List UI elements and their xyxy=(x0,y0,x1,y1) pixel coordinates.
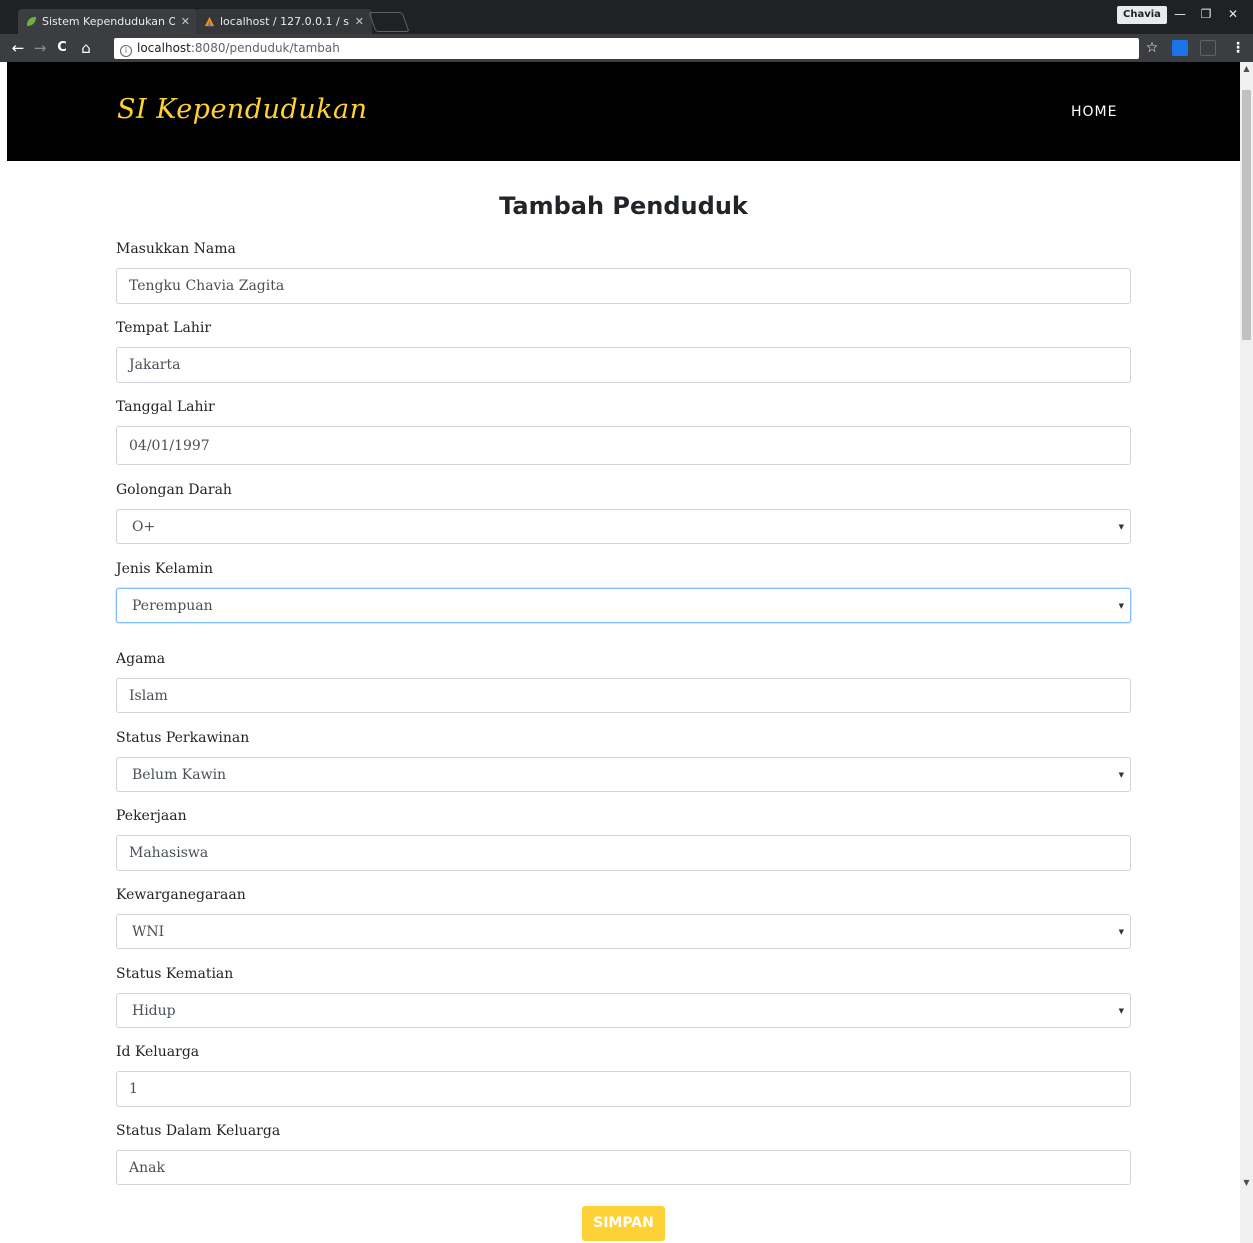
page-title: Tambah Penduduk xyxy=(499,192,748,220)
bookmark-star-icon[interactable]: ☆ xyxy=(1142,38,1162,58)
label-nama: Masukkan Nama xyxy=(116,241,236,257)
label-jenis-kelamin: Jenis Kelamin xyxy=(116,561,213,577)
new-tab-button[interactable] xyxy=(368,12,410,32)
scroll-down-arrow-icon[interactable]: ▼ xyxy=(1240,1176,1253,1190)
minimize-icon[interactable]: — xyxy=(1167,4,1193,24)
kewarganegaraan-select[interactable]: WNI ▼ xyxy=(116,914,1131,949)
scroll-up-arrow-icon[interactable]: ▲ xyxy=(1240,62,1253,76)
window-close-icon[interactable]: ✕ xyxy=(1220,4,1246,24)
scrollbar-thumb[interactable] xyxy=(1242,90,1251,340)
tanggal-lahir-input[interactable]: 04/01/1997 xyxy=(116,426,1131,465)
site-navbar: SI Kependudukan HOME xyxy=(7,62,1240,161)
simpan-button[interactable]: SIMPAN xyxy=(582,1206,665,1241)
label-golongan-darah: Golongan Darah xyxy=(116,482,232,498)
close-icon[interactable]: ✕ xyxy=(181,15,190,28)
label-status-perkawinan: Status Perkawinan xyxy=(116,730,250,746)
url-path: :8080/penduduk/tambah xyxy=(190,41,340,55)
reload-icon[interactable]: C xyxy=(52,38,72,58)
status-perkawinan-select[interactable]: Belum Kawin ▼ xyxy=(116,757,1131,792)
caret-down-icon: ▼ xyxy=(1118,522,1124,531)
home-icon[interactable]: ⌂ xyxy=(76,38,96,58)
jenis-kelamin-value: Perempuan xyxy=(132,597,213,614)
nav-home-link[interactable]: HOME xyxy=(1071,104,1117,120)
agama-value: Islam xyxy=(129,687,168,704)
tempat-lahir-value: Jakarta xyxy=(129,357,181,373)
kewarganegaraan-value: WNI xyxy=(132,923,165,940)
status-dalam-keluarga-input[interactable]: Anak xyxy=(116,1150,1131,1185)
caret-down-icon: ▼ xyxy=(1118,601,1124,610)
close-icon[interactable]: ✕ xyxy=(355,15,364,28)
label-id-keluarga: Id Keluarga xyxy=(116,1044,200,1060)
restore-icon[interactable]: ❐ xyxy=(1193,4,1219,24)
page-viewport: SI Kependudukan HOME Tambah Penduduk Mas… xyxy=(7,62,1240,1243)
status-perkawinan-value: Belum Kawin xyxy=(132,766,227,783)
address-bar[interactable]: i localhost:8080/penduduk/tambah xyxy=(114,38,1139,59)
info-icon[interactable]: i xyxy=(120,45,132,57)
label-tempat-lahir: Tempat Lahir xyxy=(116,320,212,336)
status-kematian-select[interactable]: Hidup ▼ xyxy=(116,993,1131,1028)
sail-icon xyxy=(204,16,215,27)
browser-tab-kependudukan[interactable]: Sistem Kependudukan O ✕ xyxy=(18,9,198,34)
label-tanggal-lahir: Tanggal Lahir xyxy=(116,399,215,415)
agama-input[interactable]: Islam xyxy=(116,678,1131,713)
browser-toolbar: ← → C ⌂ i localhost:8080/penduduk/tambah … xyxy=(0,34,1253,62)
page-scrollbar[interactable]: ▲ ▼ xyxy=(1240,62,1253,1243)
menu-kebab-icon[interactable]: ⋮ xyxy=(1228,38,1248,58)
caret-down-icon: ▼ xyxy=(1118,1006,1124,1015)
label-status-kematian: Status Kematian xyxy=(116,966,234,982)
pekerjaan-value: Mahasiswa xyxy=(129,845,209,861)
caret-down-icon: ▼ xyxy=(1118,927,1124,936)
extension-icon[interactable] xyxy=(1200,40,1216,56)
browser-tab-strip: Sistem Kependudukan O ✕ localhost / 127.… xyxy=(0,0,1253,34)
forward-arrow-icon[interactable]: → xyxy=(30,38,50,58)
nama-value: Tengku Chavia Zagita xyxy=(129,278,285,294)
tempat-lahir-input[interactable]: Jakarta xyxy=(116,347,1131,383)
extension-icon[interactable] xyxy=(1172,40,1188,56)
label-agama: Agama xyxy=(116,651,166,667)
status-kematian-value: Hidup xyxy=(132,1002,176,1019)
pekerjaan-input[interactable]: Mahasiswa xyxy=(116,835,1131,871)
label-status-dalam-keluarga: Status Dalam Keluarga xyxy=(116,1123,281,1139)
profile-button[interactable]: Chavia xyxy=(1117,6,1167,24)
tab-title: Sistem Kependudukan O xyxy=(42,15,175,28)
site-brand[interactable]: SI Kependudukan xyxy=(117,94,368,125)
label-kewarganegaraan: Kewarganegaraan xyxy=(116,887,246,903)
status-dalam-keluarga-value: Anak xyxy=(129,1159,165,1176)
jenis-kelamin-select[interactable]: Perempuan ▼ xyxy=(116,588,1131,623)
caret-down-icon: ▼ xyxy=(1118,770,1124,779)
url-host: localhost xyxy=(137,41,191,55)
leaf-icon xyxy=(26,16,37,27)
browser-tab-phpmyadmin[interactable]: localhost / 127.0.0.1 / sid ✕ xyxy=(196,9,372,34)
id-keluarga-input[interactable]: 1 xyxy=(116,1071,1131,1107)
nama-input[interactable]: Tengku Chavia Zagita xyxy=(116,268,1131,304)
label-pekerjaan: Pekerjaan xyxy=(116,808,187,824)
tab-title: localhost / 127.0.0.1 / sid xyxy=(220,15,349,28)
golongan-darah-value: O+ xyxy=(132,518,156,535)
tanggal-lahir-value: 04/01/1997 xyxy=(129,437,210,454)
id-keluarga-value: 1 xyxy=(129,1081,138,1097)
back-arrow-icon[interactable]: ← xyxy=(8,38,28,58)
golongan-darah-select[interactable]: O+ ▼ xyxy=(116,509,1131,544)
